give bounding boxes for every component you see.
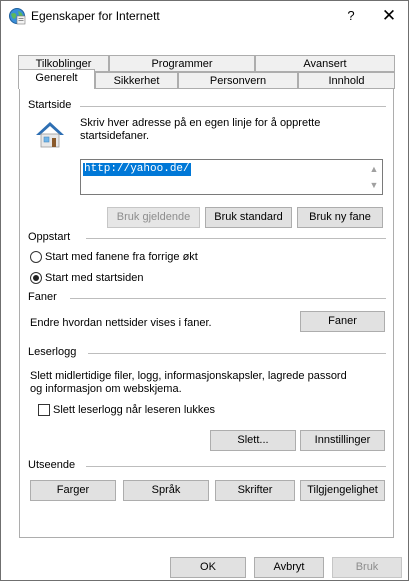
radio-start-previous[interactable] [30, 251, 42, 263]
oppstart-divider [86, 238, 386, 239]
cancel-button[interactable]: Avbryt [254, 557, 324, 578]
utseende-divider [86, 466, 386, 467]
delete-history-on-exit-checkbox[interactable] [38, 404, 50, 416]
help-button[interactable]: ? [341, 6, 361, 26]
tab-programmer[interactable]: Programmer [109, 55, 255, 72]
scroll-up-icon[interactable]: ▲ [367, 161, 381, 177]
textarea-scrollbar[interactable]: ▲ ▼ [367, 161, 381, 193]
title-bar[interactable]: Egenskaper for Internett ? ✕ [1, 1, 408, 31]
use-new-tab-button[interactable]: Bruk ny fane [297, 207, 383, 228]
startside-heading: Startside [28, 99, 78, 111]
faner-heading: Faner [28, 291, 63, 303]
tab-personvern[interactable]: Personvern [178, 72, 298, 89]
accessibility-button[interactable]: Tilgjengelighet [300, 480, 385, 501]
colors-button[interactable]: Farger [30, 480, 116, 501]
ok-button[interactable]: OK [170, 557, 246, 578]
startside-divider [80, 106, 386, 107]
internet-globe-icon [8, 7, 26, 25]
tabs-settings-button[interactable]: Faner [300, 311, 385, 332]
faner-divider [70, 298, 386, 299]
history-settings-button[interactable]: Innstillinger [300, 430, 385, 451]
window-title: Egenskaper for Internett [31, 9, 160, 23]
radio-start-home[interactable] [30, 272, 42, 284]
tab-avansert[interactable]: Avansert [255, 55, 395, 72]
startside-url-textarea[interactable]: http://yahoo.de/ ▲ ▼ [80, 159, 383, 195]
delete-history-button[interactable]: Slett... [210, 430, 296, 451]
faner-description: Endre hvordan nettsider vises i faner. [30, 317, 212, 329]
use-default-button[interactable]: Bruk standard [205, 207, 292, 228]
tab-sikkerhet[interactable]: Sikkerhet [95, 72, 178, 89]
startside-description-line1: Skriv hver adresse på en egen linje for … [80, 117, 321, 129]
utseende-heading: Utseende [28, 459, 82, 471]
delete-history-on-exit-label[interactable]: Slett leserlogg når leseren lukkes [53, 404, 215, 417]
home-icon [34, 119, 66, 151]
tab-generelt[interactable]: Generelt [18, 69, 95, 89]
internet-options-dialog: Egenskaper for Internett ? ✕ Tilkoblinge… [0, 0, 409, 581]
leserlogg-description-line1: Slett midlertidige filer, logg, informas… [30, 370, 347, 382]
leserlogg-heading: Leserlogg [28, 346, 83, 358]
close-button[interactable]: ✕ [377, 5, 401, 27]
languages-button[interactable]: Språk [123, 480, 209, 501]
radio-start-home-label[interactable]: Start med startsiden [45, 272, 143, 285]
fonts-button[interactable]: Skrifter [215, 480, 295, 501]
oppstart-heading: Oppstart [28, 231, 77, 243]
apply-button[interactable]: Bruk [332, 557, 402, 578]
general-tab-panel: Startside Skriv hver adresse på en egen … [19, 88, 394, 538]
startside-url-value[interactable]: http://yahoo.de/ [83, 163, 191, 176]
leserlogg-divider [88, 353, 386, 354]
leserlogg-description-line2: og informasjon om webskjema. [30, 383, 182, 395]
startside-description-line2: startsidefaner. [80, 130, 150, 142]
radio-start-previous-label[interactable]: Start med fanene fra forrige økt [45, 251, 198, 264]
tab-innhold[interactable]: Innhold [298, 72, 395, 89]
use-current-button[interactable]: Bruk gjeldende [107, 207, 200, 228]
scroll-down-icon[interactable]: ▼ [367, 177, 381, 193]
